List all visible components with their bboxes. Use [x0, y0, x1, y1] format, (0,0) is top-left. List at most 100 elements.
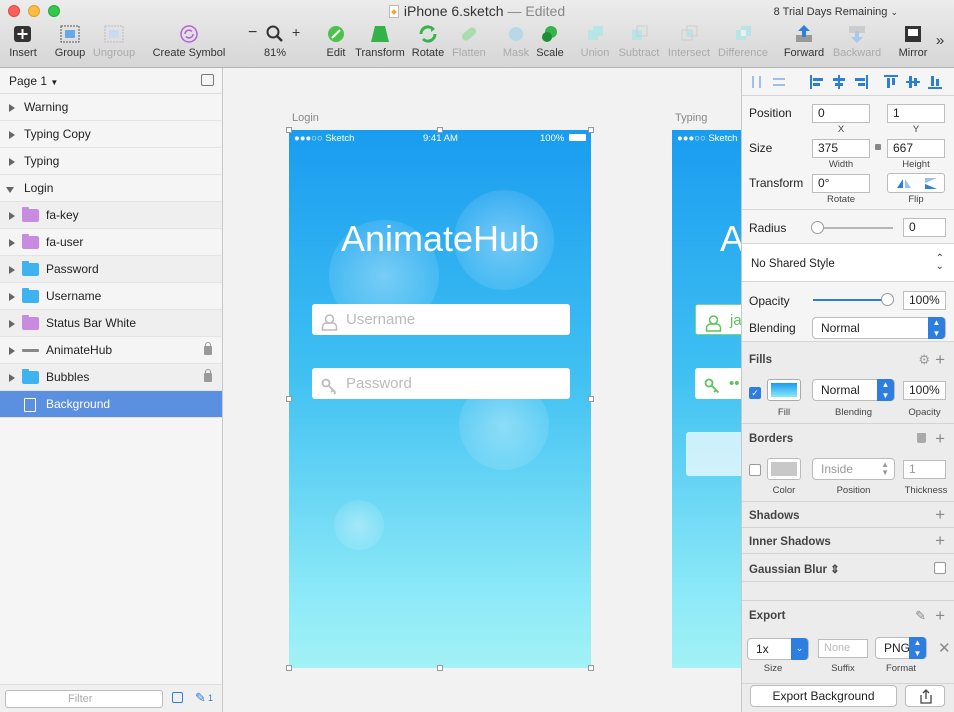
position-y-input[interactable]: 1	[887, 104, 945, 123]
remove-export-close-icon[interactable]: ✕	[938, 639, 951, 657]
layer-password[interactable]: Password	[0, 256, 222, 283]
border-color-well[interactable]	[767, 458, 801, 480]
filter-input[interactable]: Filter	[5, 690, 163, 708]
layer-animatehub[interactable]: AnimateHub	[0, 337, 222, 364]
group-button[interactable]: Group	[52, 24, 88, 64]
layer-group-login[interactable]: Login	[0, 175, 222, 202]
shared-style-selector[interactable]: No Shared Style ⌃ ⌄	[742, 244, 954, 282]
zoom-in-button[interactable]: +	[292, 24, 300, 40]
blur-enabled-checkbox[interactable]	[934, 562, 946, 574]
fill-enabled-checkbox[interactable]: ✓	[749, 387, 761, 399]
lock-icon[interactable]	[204, 342, 212, 355]
ungroup-button[interactable]: Ungroup	[92, 24, 136, 64]
rotate-button[interactable]: Rotate	[410, 24, 446, 64]
align-left-icon[interactable]	[810, 75, 824, 89]
export-size-select[interactable]: 1x ⌄	[747, 638, 809, 660]
align-bottom-icon[interactable]	[928, 75, 942, 89]
height-input[interactable]: 667	[887, 139, 945, 158]
radius-slider-track[interactable]	[813, 227, 893, 229]
disclosure-triangle-open-icon[interactable]	[6, 187, 14, 193]
radius-input[interactable]: 0	[903, 218, 946, 237]
fill-color-well[interactable]	[767, 379, 801, 401]
toolbar-overflow-button[interactable]: »	[932, 32, 948, 72]
trial-remaining[interactable]: 8 Trial Days Remaining ⌄	[774, 6, 898, 18]
add-shadow-plus-icon[interactable]: +	[935, 506, 945, 523]
export-background-button[interactable]: Export Background	[750, 685, 897, 707]
flip-control[interactable]	[887, 173, 945, 193]
page-selector[interactable]: Page 1 ▼	[0, 68, 222, 94]
toggle-pages-icon[interactable]	[201, 74, 214, 86]
rotate-input[interactable]: 0°	[812, 174, 870, 193]
resize-handle[interactable]	[437, 127, 443, 133]
disclosure-triangle-icon[interactable]	[9, 320, 15, 328]
align-center-icon[interactable]	[832, 75, 846, 89]
layer-background-selected[interactable]: Background	[0, 391, 222, 418]
layer-fa-key[interactable]: fa-key	[0, 202, 222, 229]
canvas[interactable]: Login ●●●○○ Sketch 9:41 AM 100% AnimateH…	[223, 68, 741, 712]
disclosure-triangle-icon[interactable]	[9, 104, 15, 112]
resize-handle[interactable]	[588, 665, 594, 671]
layer-group-typing-copy[interactable]: Typing Copy	[0, 121, 222, 148]
opacity-slider-knob[interactable]	[881, 293, 894, 306]
resize-handle[interactable]	[588, 127, 594, 133]
border-position-select[interactable]: Inside ▲ ▼	[812, 458, 895, 480]
layer-bubbles[interactable]: Bubbles	[0, 364, 222, 391]
forward-button[interactable]: Forward	[782, 24, 826, 64]
disclosure-triangle-icon[interactable]	[9, 158, 15, 166]
artboard-login[interactable]: ●●●○○ Sketch 9:41 AM 100% AnimateHub Use…	[289, 130, 591, 668]
lock-icon[interactable]	[204, 369, 212, 382]
layer-username[interactable]: Username	[0, 283, 222, 310]
distribute-horizontal-icon[interactable]	[750, 75, 764, 89]
slice-knife-icon[interactable]: ✎	[915, 608, 926, 624]
disclosure-triangle-icon[interactable]	[9, 131, 15, 139]
gaussian-blur-header[interactable]: Gaussian Blur ⇕	[749, 562, 840, 576]
username-field-active[interactable]: ja	[695, 304, 741, 335]
fill-opacity-input[interactable]: 100%	[903, 381, 946, 400]
flatten-button[interactable]: Flatten	[450, 24, 488, 64]
login-button-partial[interactable]	[686, 432, 741, 476]
flip-horizontal-icon[interactable]	[896, 178, 912, 192]
lock-proportions-icon[interactable]	[875, 144, 881, 150]
distribute-vertical-icon[interactable]	[772, 75, 786, 89]
add-inner-shadow-plus-icon[interactable]: +	[935, 532, 945, 549]
symbols-filter-icon[interactable]	[172, 692, 183, 703]
artboard-typing[interactable]: ●●●○○ Sketch A ja ••	[672, 130, 741, 668]
disclosure-triangle-icon[interactable]	[9, 266, 15, 274]
add-border-plus-icon[interactable]: +	[935, 430, 945, 447]
align-top-icon[interactable]	[884, 75, 898, 89]
zoom-out-button[interactable]: −	[248, 24, 257, 42]
opacity-slider-track[interactable]	[813, 299, 891, 301]
align-right-icon[interactable]	[854, 75, 868, 89]
trash-icon[interactable]	[917, 433, 926, 443]
resize-handle[interactable]	[286, 396, 292, 402]
disclosure-triangle-icon[interactable]	[9, 239, 15, 247]
fill-blending-select[interactable]: Normal ▲ ▼	[812, 379, 895, 401]
resize-handle[interactable]	[286, 665, 292, 671]
backward-button[interactable]: Backward	[830, 24, 884, 64]
border-enabled-checkbox[interactable]	[749, 464, 761, 476]
disclosure-triangle-icon[interactable]	[9, 347, 15, 355]
width-input[interactable]: 375	[812, 139, 870, 158]
resize-handle[interactable]	[286, 127, 292, 133]
artboard-typing-label[interactable]: Typing	[675, 112, 707, 124]
opacity-input[interactable]: 100%	[903, 291, 946, 310]
disclosure-triangle-icon[interactable]	[9, 212, 15, 220]
edit-button[interactable]: Edit	[322, 24, 350, 64]
resize-handle[interactable]	[437, 665, 443, 671]
mask-button[interactable]: Mask	[500, 24, 532, 64]
export-format-select[interactable]: PNG ▲ ▼	[875, 637, 927, 659]
add-fill-plus-icon[interactable]: +	[935, 351, 945, 368]
layer-fa-user[interactable]: fa-user	[0, 229, 222, 256]
pencil-icon[interactable]: ✎	[195, 690, 206, 706]
scale-button[interactable]: Scale	[534, 24, 566, 64]
add-export-plus-icon[interactable]: +	[935, 607, 945, 624]
blending-select[interactable]: Normal ▲ ▼	[812, 317, 946, 339]
border-thickness-input[interactable]: 1	[903, 460, 946, 479]
disclosure-triangle-icon[interactable]	[9, 374, 15, 382]
layer-group-typing[interactable]: Typing	[0, 148, 222, 175]
layer-group-warning[interactable]: Warning	[0, 94, 222, 121]
password-field-typing[interactable]: ••	[695, 368, 741, 399]
username-field[interactable]: Username	[312, 304, 570, 335]
resize-handle[interactable]	[588, 396, 594, 402]
layer-status-bar-white[interactable]: Status Bar White	[0, 310, 222, 337]
